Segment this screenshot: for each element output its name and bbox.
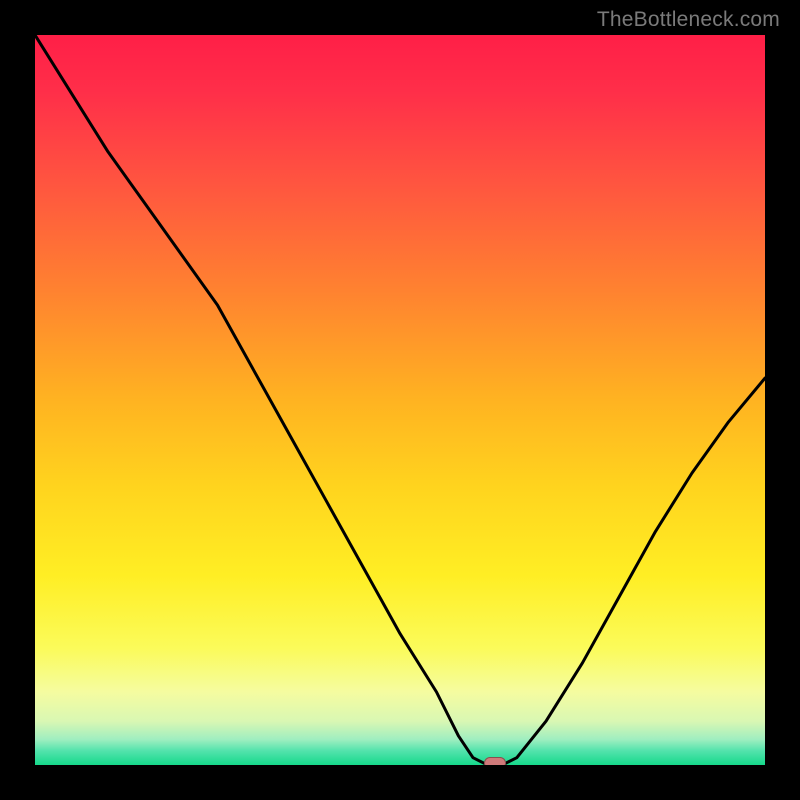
chart-plot-area (35, 35, 765, 765)
optimal-point-marker (484, 757, 506, 765)
chart-frame: TheBottleneck.com (0, 0, 800, 800)
chart-curve (35, 35, 765, 765)
watermark-text: TheBottleneck.com (597, 8, 780, 32)
bottleneck-curve-path (35, 35, 765, 765)
